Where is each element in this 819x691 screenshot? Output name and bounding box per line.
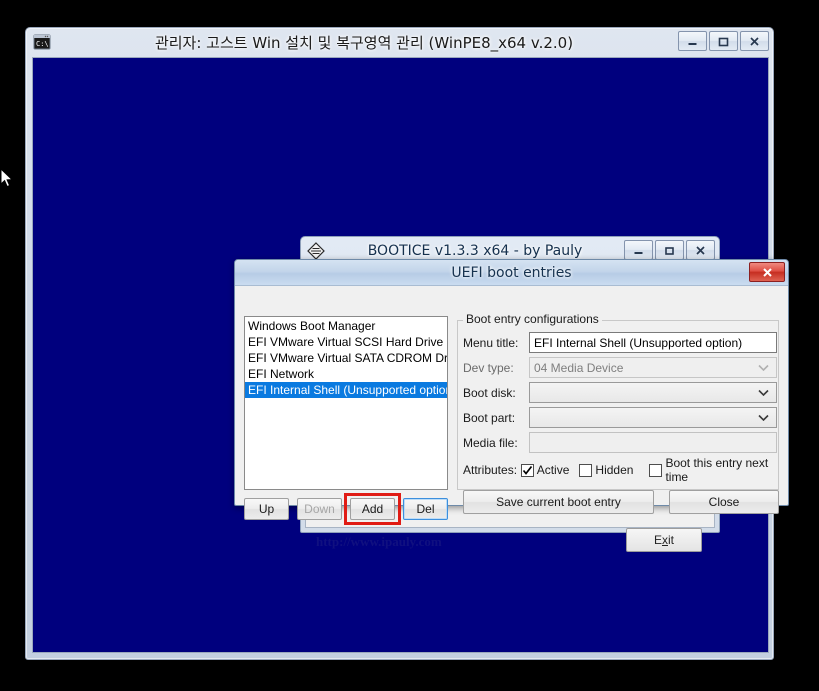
exit-button[interactable]: Ex it [626, 528, 702, 552]
close-button[interactable] [740, 31, 769, 51]
chevron-down-icon [758, 408, 769, 427]
media-file-row: Media file: [463, 432, 777, 453]
boot-disk-select[interactable] [529, 382, 777, 403]
boot-disk-row: Boot disk: [463, 382, 777, 403]
boot-part-select[interactable] [529, 407, 777, 428]
menu-title-label: Menu title: [463, 335, 519, 350]
uefi-boot-entries-dialog: UEFI boot entries Windows Boot Manager E… [234, 259, 789, 525]
uefi-dialog-title: UEFI boot entries [451, 264, 572, 281]
screen-root: C:\ 관리자: 고스트 Win 설치 및 복구영역 관리 (WinPE8_x6… [0, 0, 819, 691]
dev-type-value: 04 Media Device [534, 360, 624, 375]
boot-disk-label: Boot disk: [463, 385, 516, 400]
menu-title-input[interactable]: EFI Internal Shell (Unsupported option) [529, 332, 777, 353]
boot-part-row: Boot part: [463, 407, 777, 428]
list-item[interactable]: EFI VMware Virtual SCSI Hard Drive (0.0) [245, 334, 447, 350]
bootice-homepage-link[interactable]: http://www.ipauly.com [316, 534, 442, 550]
chevron-down-icon [758, 358, 769, 377]
move-up-button[interactable]: Up [244, 498, 289, 520]
list-item[interactable]: EFI VMware Virtual SATA CDROM Drive ( [245, 350, 447, 366]
menu-title-row: Menu title: EFI Internal Shell (Unsuppor… [463, 332, 777, 353]
group-title-label: Boot entry configurations [463, 312, 602, 326]
minimize-button[interactable] [678, 31, 707, 51]
list-item[interactable]: Windows Boot Manager [245, 318, 447, 334]
boot-part-label: Boot part: [463, 410, 516, 425]
bootice-diamond-icon [306, 241, 326, 261]
dev-type-row: Dev type: 04 Media Device [463, 357, 777, 378]
main-window-controls [678, 31, 769, 51]
bootice-minimize-button[interactable] [624, 240, 653, 260]
console-cmd-icon: C:\ [33, 33, 51, 51]
exit-label-after: it [668, 533, 674, 547]
hidden-checkbox[interactable] [579, 463, 593, 477]
uefi-dialog-titlebar[interactable]: UEFI boot entries [235, 260, 788, 286]
main-window-titlebar[interactable]: C:\ 관리자: 고스트 Win 설치 및 복구영역 관리 (WinPE8_x6… [26, 28, 773, 56]
boot-entry-list[interactable]: Windows Boot Manager EFI VMware Virtual … [244, 316, 448, 490]
active-checkbox-label: Active [536, 463, 570, 477]
add-button-wrapper: Add [344, 493, 401, 525]
bootice-close-button[interactable] [686, 240, 715, 260]
delete-button[interactable]: Del [403, 498, 448, 520]
list-action-buttons: Up Down Add Del [244, 493, 448, 525]
active-checkbox[interactable] [520, 463, 534, 477]
boot-next-checkbox[interactable] [649, 463, 663, 477]
uefi-dialog-content: Windows Boot Manager EFI VMware Virtual … [235, 286, 788, 525]
maximize-button[interactable] [709, 31, 738, 51]
uefi-close-button[interactable] [749, 262, 785, 282]
move-down-button: Down [297, 498, 342, 520]
attributes-label: Attributes: [463, 463, 518, 477]
svg-text:C:\: C:\ [36, 40, 49, 48]
attributes-row: Attributes: Active Hidden Boot this entr… [463, 456, 788, 484]
dev-type-select: 04 Media Device [529, 357, 777, 378]
bootice-window-controls [624, 240, 715, 260]
media-file-label: Media file: [463, 435, 518, 450]
save-boot-entry-button[interactable]: Save current boot entry [463, 490, 654, 514]
list-item-selected[interactable]: EFI Internal Shell (Unsupported option) [245, 382, 447, 398]
close-dialog-button[interactable]: Close [669, 490, 779, 514]
bootice-maximize-button[interactable] [655, 240, 684, 260]
exit-label-before: E [653, 533, 662, 547]
media-file-input[interactable] [529, 432, 777, 453]
add-button[interactable]: Add [350, 498, 395, 520]
hidden-checkbox-label: Hidden [595, 463, 634, 477]
main-window-title: 관리자: 고스트 Win 설치 및 복구영역 관리 (WinPE8_x64 v.… [154, 33, 574, 52]
list-item[interactable]: EFI Network [245, 366, 447, 382]
dev-type-label: Dev type: [463, 360, 514, 375]
mouse-cursor [0, 167, 14, 190]
chevron-down-icon [758, 383, 769, 402]
boot-next-checkbox-label: Boot this entry next time [665, 456, 769, 484]
